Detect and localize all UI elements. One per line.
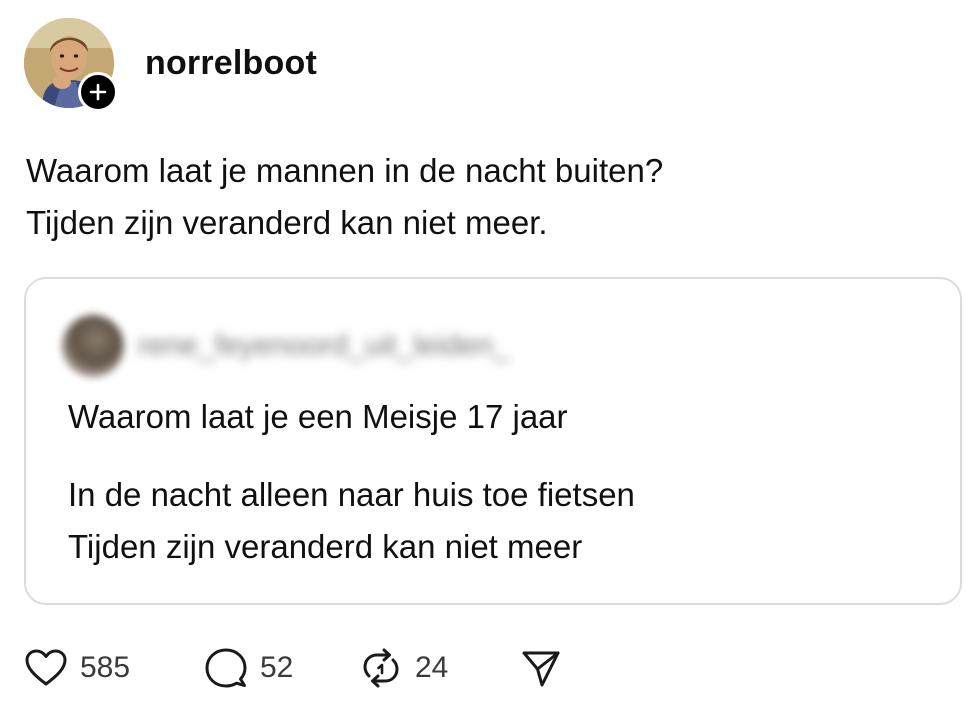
plus-icon xyxy=(89,83,107,101)
like-button[interactable]: 585 xyxy=(24,648,204,688)
quoted-post-card[interactable]: rene_feyenoord_uit_leiden_ Waarom laat j… xyxy=(24,277,962,605)
post-line: Tijden zijn veranderd kan niet meer. xyxy=(26,204,548,241)
share-button[interactable] xyxy=(519,646,563,690)
follow-button[interactable] xyxy=(78,72,118,112)
quoted-author-username[interactable]: rene_feyenoord_uit_leiden_ xyxy=(138,329,510,363)
like-count: 585 xyxy=(80,651,131,684)
repost-count: 24 xyxy=(415,651,449,684)
comment-bubble-icon xyxy=(205,648,247,688)
repost-button[interactable]: 24 xyxy=(359,646,519,690)
quoted-post-body: Waarom laat je een Meisje 17 jaar In de … xyxy=(68,391,635,573)
heart-icon xyxy=(25,649,67,686)
author-username[interactable]: norrelboot xyxy=(145,44,317,83)
send-icon xyxy=(522,651,560,687)
quoted-post-line: In de nacht alleen naar huis toe fietsen xyxy=(68,476,635,513)
post-line: Waarom laat je mannen in de nacht buiten… xyxy=(26,152,664,189)
quoted-author-avatar[interactable] xyxy=(62,315,124,377)
reply-count: 52 xyxy=(260,651,294,684)
quoted-post-line: Waarom laat je een Meisje 17 jaar xyxy=(68,398,568,435)
quoted-post-line: Tijden zijn veranderd kan niet meer xyxy=(68,528,583,565)
post-body: Waarom laat je mannen in de nacht buiten… xyxy=(26,145,663,249)
author-avatar-container[interactable] xyxy=(24,18,118,112)
action-bar: 585 52 24 xyxy=(24,644,563,692)
repost-icon xyxy=(363,648,399,688)
reply-button[interactable]: 52 xyxy=(204,646,359,690)
